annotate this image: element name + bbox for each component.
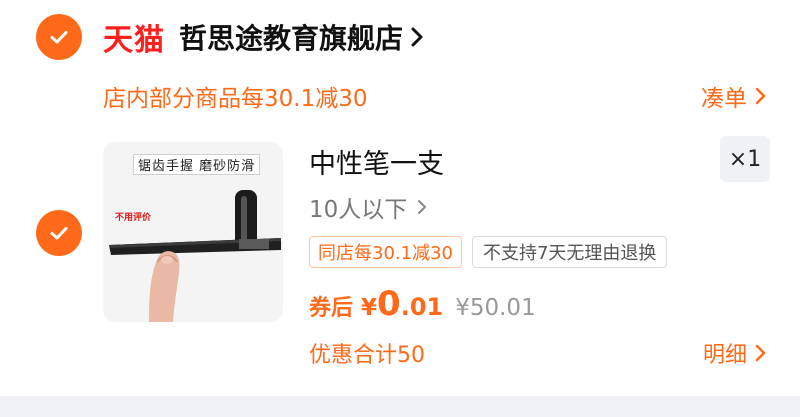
shop-name[interactable]: 哲思途教育旗舰店 <box>179 17 403 57</box>
price-row: 券后 ¥ 0 .01 ¥50.01 <box>309 284 536 324</box>
checkmark-icon <box>50 31 68 44</box>
shop-card: 天猫 哲思途教育旗舰店 店内部分商品每30.1减30 凑单 锯齿手握 磨砂防滑 … <box>0 0 800 396</box>
product-tags: 同店每30.1减30 不支持7天无理由退换 <box>309 236 668 268</box>
discount-row: 优惠合计50 明细 <box>309 336 767 370</box>
chevron-right-icon <box>411 27 423 47</box>
coudan-label: 凑单 <box>701 86 747 112</box>
return-policy-tag: 不支持7天无理由退换 <box>471 236 668 268</box>
page-background-strip <box>0 396 800 417</box>
promo-text: 店内部分商品每30.1减30 <box>103 86 368 112</box>
quantity-box[interactable]: ×1 <box>720 136 770 182</box>
chevron-right-icon <box>755 87 766 105</box>
item-select-checkbox[interactable] <box>36 210 82 256</box>
promo-row: 店内部分商品每30.1减30 凑单 <box>103 78 767 114</box>
checkmark-icon <box>50 227 68 240</box>
spec-selector[interactable]: 10人以下 <box>309 190 427 224</box>
original-price: ¥50.01 <box>455 295 536 321</box>
coudan-link[interactable]: 凑单 <box>701 79 767 113</box>
chevron-right-icon <box>418 200 427 214</box>
detail-link[interactable]: 明细 <box>703 337 767 369</box>
price-decimal: .01 <box>400 293 444 321</box>
shop-header[interactable]: 天猫 哲思途教育旗舰店 <box>103 14 425 60</box>
price-integer: 0 <box>377 284 401 324</box>
shop-select-checkbox[interactable] <box>36 14 82 60</box>
product-image[interactable]: 锯齿手握 磨砂防滑 不用评价 <box>103 142 283 322</box>
discount-total: 优惠合计50 <box>309 343 425 368</box>
promo-tag: 同店每30.1减30 <box>309 236 462 268</box>
detail-label: 明细 <box>702 343 747 368</box>
chevron-right-icon <box>755 344 766 362</box>
price-label: 券后 <box>309 296 354 321</box>
currency-symbol: ¥ <box>361 295 378 321</box>
spec-label: 10人以下 <box>309 197 408 223</box>
pen-illustration <box>109 190 281 322</box>
tmall-logo: 天猫 <box>103 23 165 58</box>
product-title[interactable]: 中性笔一支 <box>309 142 444 181</box>
